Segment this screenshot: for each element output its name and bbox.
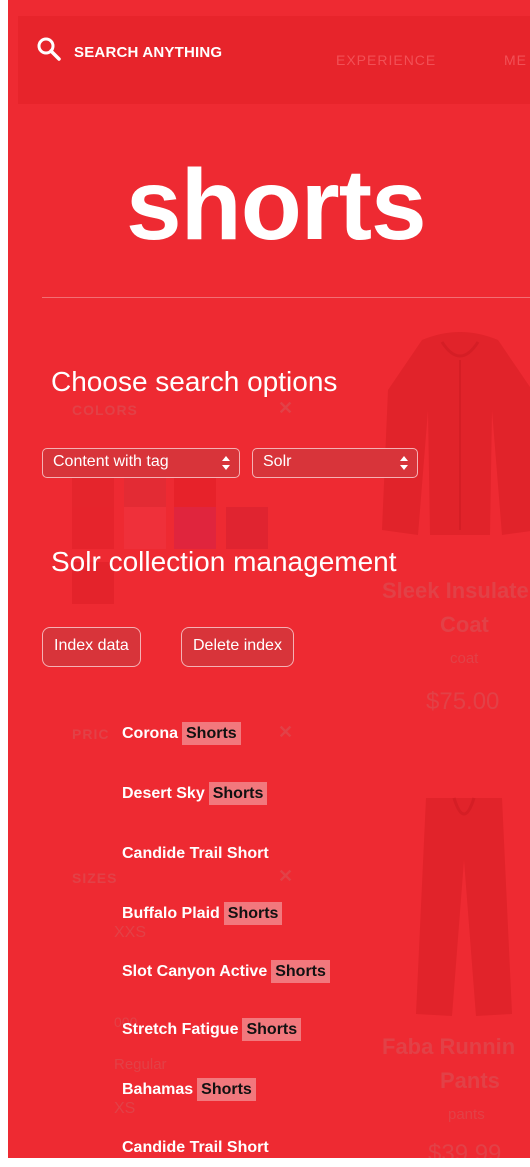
search-engine-select[interactable]: Solr bbox=[252, 448, 418, 478]
highlighted-term: Shorts bbox=[197, 1078, 256, 1101]
nav-experience-link[interactable]: EXPERIENCE bbox=[336, 52, 436, 68]
search-result-item[interactable]: Desert Sky Shorts bbox=[122, 780, 268, 808]
highlighted-term: Shorts bbox=[271, 960, 330, 983]
price-filter-close-icon[interactable]: ✕ bbox=[278, 722, 293, 743]
color-swatch[interactable] bbox=[124, 507, 166, 549]
colors-filter-label: COLORS bbox=[72, 402, 138, 418]
price-filter-label: PRIC bbox=[72, 726, 110, 742]
nav-me-link[interactable]: ME bbox=[504, 52, 527, 68]
sizes-filter-close-icon[interactable]: ✕ bbox=[278, 866, 293, 887]
result-title: Corona bbox=[122, 725, 178, 742]
color-swatch[interactable] bbox=[226, 507, 268, 549]
highlighted-term: Shorts bbox=[208, 782, 268, 805]
page-frame: SEARCH ANYTHING EXPERIENCE ME shorts COL… bbox=[8, 0, 530, 1158]
result-title: Slot Canyon Active bbox=[122, 963, 268, 980]
product-price: $39.99 bbox=[428, 1140, 502, 1158]
search-icon[interactable] bbox=[36, 36, 62, 62]
coat-product-image[interactable] bbox=[382, 330, 530, 540]
search-result-item[interactable]: Buffalo Plaid Shorts bbox=[122, 900, 283, 928]
pants-product-image[interactable] bbox=[414, 790, 514, 1020]
product-name-line2[interactable]: Coat bbox=[440, 612, 489, 638]
result-title: Buffalo Plaid bbox=[122, 905, 220, 922]
search-engine-select-value: Solr bbox=[263, 453, 292, 470]
content-type-select[interactable]: Content with tag bbox=[42, 448, 240, 478]
content-type-select-value: Content with tag bbox=[53, 453, 169, 470]
color-swatch[interactable] bbox=[174, 507, 216, 549]
search-result-item[interactable]: Candide Trail Short bbox=[122, 1134, 269, 1158]
page-title: shorts bbox=[126, 149, 427, 261]
search-result-item[interactable]: Candide Trail Short bbox=[122, 840, 269, 868]
result-title: Desert Sky bbox=[122, 785, 205, 802]
delete-index-button[interactable]: Delete index bbox=[181, 627, 294, 667]
search-result-item[interactable]: Stretch Fatigue Shorts bbox=[122, 1016, 302, 1044]
divider bbox=[42, 297, 530, 298]
result-title: Bahamas bbox=[122, 1081, 194, 1098]
search-result-item[interactable]: Bahamas Shorts bbox=[122, 1076, 256, 1104]
index-data-button[interactable]: Index data bbox=[42, 627, 141, 667]
colors-filter-close-icon[interactable]: ✕ bbox=[278, 398, 293, 419]
select-arrows-icon bbox=[222, 456, 230, 470]
highlighted-term: Shorts bbox=[242, 1018, 302, 1041]
search-anything-link[interactable]: SEARCH ANYTHING bbox=[74, 44, 222, 61]
product-name[interactable]: Sleek Insulate bbox=[382, 578, 529, 604]
product-category: coat bbox=[450, 650, 479, 667]
product-name-line2[interactable]: Pants bbox=[440, 1068, 500, 1094]
result-title: Stretch Fatigue bbox=[122, 1021, 239, 1038]
select-arrows-icon bbox=[400, 456, 408, 470]
result-title: Candide Trail Short bbox=[122, 845, 269, 862]
color-swatch[interactable] bbox=[72, 507, 114, 549]
search-result-item[interactable]: Corona Shorts bbox=[122, 720, 241, 748]
size-option[interactable]: Regular bbox=[114, 1056, 167, 1073]
search-result-item[interactable]: Slot Canyon Active Shorts bbox=[122, 958, 330, 986]
product-category: pants bbox=[448, 1106, 485, 1123]
result-title: Candide Trail Short bbox=[122, 1139, 269, 1156]
highlighted-term: Shorts bbox=[182, 722, 241, 745]
product-name[interactable]: Faba Runnin bbox=[382, 1034, 515, 1060]
search-options-heading: Choose search options bbox=[51, 366, 338, 397]
sizes-filter-label: SIZES bbox=[72, 870, 118, 886]
product-price: $75.00 bbox=[426, 688, 500, 715]
solr-management-heading: Solr collection management bbox=[51, 546, 397, 577]
highlighted-term: Shorts bbox=[223, 902, 283, 925]
